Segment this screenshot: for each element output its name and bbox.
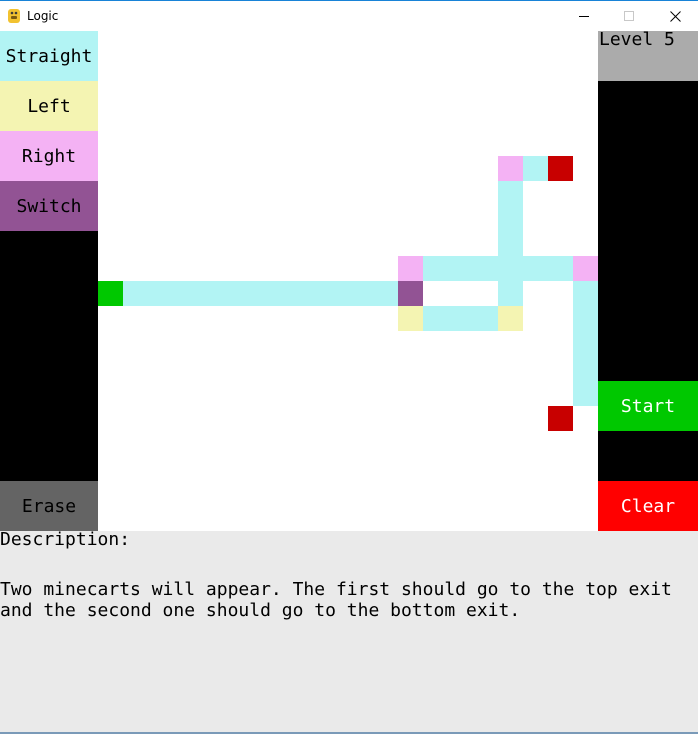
track-tile-straight[interactable] [573, 306, 598, 331]
python-snake-icon [6, 8, 22, 24]
track-tile-straight[interactable] [473, 306, 498, 331]
track-tile-right[interactable] [398, 256, 423, 281]
track-tile-straight[interactable] [148, 281, 173, 306]
track-tile-straight[interactable] [423, 256, 448, 281]
track-tile-straight[interactable] [348, 281, 373, 306]
track-tile-straight[interactable] [498, 231, 523, 256]
start-button[interactable]: Start [598, 381, 698, 431]
track-tile-straight[interactable] [123, 281, 148, 306]
window-title-bar: Logic [0, 0, 698, 31]
track-tile-straight[interactable] [473, 256, 498, 281]
start-label: Start [620, 395, 676, 417]
right-tool-button[interactable]: Right [0, 131, 98, 181]
track-tile-straight[interactable] [498, 206, 523, 231]
track-tile-straight[interactable] [198, 281, 223, 306]
track-tile-straight[interactable] [448, 256, 473, 281]
straight-tool-button[interactable]: Straight [0, 31, 98, 81]
description-line-1: Two minecarts will appear. The first sho… [0, 579, 672, 600]
track-tile-left[interactable] [498, 306, 523, 331]
track-tile-right[interactable] [573, 256, 598, 281]
track-tile-straight[interactable] [498, 256, 523, 281]
level-indicator: Level 5 [598, 31, 698, 81]
erase-button[interactable]: Erase [0, 481, 98, 531]
track-tile-straight[interactable] [223, 281, 248, 306]
track-tile-straight[interactable] [573, 331, 598, 356]
track-tile-straight[interactable] [523, 256, 548, 281]
track-grid[interactable] [98, 31, 598, 531]
maximize-icon[interactable] [606, 1, 652, 31]
track-tile-straight[interactable] [573, 281, 598, 306]
track-tile-left[interactable] [398, 306, 423, 331]
description-heading: Description: [0, 529, 131, 550]
left-panel-filler [0, 231, 98, 481]
track-tile-straight[interactable] [323, 281, 348, 306]
track-tile-switch[interactable] [398, 281, 423, 306]
left-tool-button[interactable]: Left [0, 81, 98, 131]
clear-button[interactable]: Clear [598, 481, 698, 531]
description-panel: Description: Two minecarts will appear. … [0, 531, 698, 732]
track-tile-start-tile[interactable] [98, 281, 123, 306]
game-area: Straight Left Right Switch Erase Level 5… [0, 31, 698, 531]
track-tile-straight[interactable] [573, 381, 598, 406]
track-tile-exit-tile[interactable] [548, 406, 573, 431]
erase-label: Erase [21, 495, 77, 517]
track-tile-straight[interactable] [498, 181, 523, 206]
track-tile-straight[interactable] [248, 281, 273, 306]
window-title: Logic [27, 9, 59, 23]
level-label: Level 5 [599, 29, 675, 50]
track-tile-straight[interactable] [448, 306, 473, 331]
left-tool-label: Left [27, 95, 71, 117]
track-tile-exit-tile[interactable] [548, 156, 573, 181]
track-tile-straight[interactable] [373, 281, 398, 306]
switch-tool-label: Switch [16, 195, 82, 217]
track-tile-right[interactable] [498, 156, 523, 181]
track-tile-straight[interactable] [273, 281, 298, 306]
track-tile-straight[interactable] [173, 281, 198, 306]
clear-label: Clear [620, 495, 676, 517]
track-tile-straight[interactable] [298, 281, 323, 306]
track-tile-straight[interactable] [523, 156, 548, 181]
description-line-2: and the second one should go to the bott… [0, 600, 521, 621]
track-tile-straight[interactable] [423, 306, 448, 331]
track-tile-straight[interactable] [548, 256, 573, 281]
switch-tool-button[interactable]: Switch [0, 181, 98, 231]
close-icon[interactable] [652, 1, 698, 31]
track-tile-straight[interactable] [573, 356, 598, 381]
straight-tool-label: Straight [5, 45, 93, 67]
track-tile-straight[interactable] [498, 281, 523, 306]
right-tool-label: Right [21, 145, 77, 167]
minimize-icon[interactable] [561, 1, 607, 31]
